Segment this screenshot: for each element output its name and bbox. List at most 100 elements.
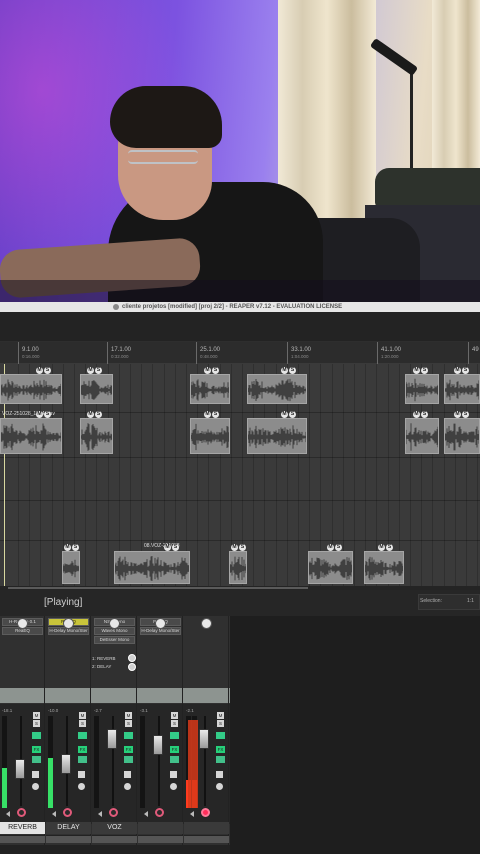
record-arm-button[interactable]: [63, 808, 72, 817]
arrange-view[interactable]: VOZ-251028_1824.wav 08.VOZ-251028 MSMSMS…: [0, 364, 480, 590]
media-item[interactable]: [0, 374, 62, 404]
fx-button[interactable]: FX: [170, 746, 179, 753]
volume-fader[interactable]: [153, 735, 163, 755]
item-solo-icon[interactable]: S: [72, 544, 79, 551]
routing-icon[interactable]: [170, 771, 177, 778]
envelope-icon[interactable]: [78, 756, 87, 763]
item-mute-icon[interactable]: M: [454, 367, 461, 374]
item-solo-icon[interactable]: S: [421, 367, 428, 374]
track-name[interactable]: DELAY: [46, 822, 91, 834]
item-mute-icon[interactable]: M: [327, 544, 334, 551]
item-mute-icon[interactable]: M: [36, 411, 43, 418]
media-item[interactable]: [444, 374, 480, 404]
volume-fader[interactable]: [107, 729, 117, 749]
item-solo-icon[interactable]: S: [44, 411, 51, 418]
mute-button[interactable]: M: [33, 712, 40, 719]
record-arm-button[interactable]: [201, 808, 210, 817]
routing-icon[interactable]: [32, 771, 39, 778]
scrollbar-thumb[interactable]: [8, 587, 308, 589]
item-mute-icon[interactable]: M: [231, 544, 238, 551]
media-item[interactable]: [247, 374, 307, 404]
speaker-icon[interactable]: [6, 811, 10, 817]
routing-icon[interactable]: [78, 771, 85, 778]
media-item[interactable]: [247, 418, 307, 454]
solo-button[interactable]: S: [79, 720, 86, 727]
media-item[interactable]: [80, 374, 113, 404]
phase-icon[interactable]: [32, 732, 41, 739]
envelope-icon[interactable]: [216, 756, 225, 763]
item-solo-icon[interactable]: S: [462, 411, 469, 418]
mute-button[interactable]: M: [125, 712, 132, 719]
speaker-icon[interactable]: [144, 811, 148, 817]
media-item[interactable]: [190, 374, 230, 404]
solo-button[interactable]: S: [171, 720, 178, 727]
timeline-ruler[interactable]: 9.1.00 0:16.000 17.1.00 0:32.000 25.1.00…: [0, 342, 480, 364]
fx-button[interactable]: FX: [124, 746, 133, 753]
fx-button[interactable]: FX: [32, 746, 41, 753]
volume-fader[interactable]: [15, 759, 25, 779]
item-solo-icon[interactable]: S: [95, 411, 102, 418]
media-item[interactable]: [190, 418, 230, 454]
media-item[interactable]: [308, 551, 353, 584]
track-name[interactable]: VOZ: [92, 822, 137, 834]
item-mute-icon[interactable]: M: [64, 544, 71, 551]
io-icon[interactable]: [124, 783, 131, 790]
item-solo-icon[interactable]: S: [44, 367, 51, 374]
phase-icon[interactable]: [124, 732, 133, 739]
volume-fader[interactable]: [61, 754, 71, 774]
item-mute-icon[interactable]: M: [87, 367, 94, 374]
record-arm-button[interactable]: [155, 808, 164, 817]
fx-button[interactable]: FX: [216, 746, 225, 753]
envelope-icon[interactable]: [124, 756, 133, 763]
routing-icon[interactable]: [216, 771, 223, 778]
phase-icon[interactable]: [78, 732, 87, 739]
media-item[interactable]: [229, 551, 247, 584]
envelope-icon[interactable]: [32, 756, 41, 763]
envelope-icon[interactable]: [170, 756, 179, 763]
item-mute-icon[interactable]: M: [36, 367, 43, 374]
speaker-icon[interactable]: [98, 811, 102, 817]
media-item[interactable]: [114, 551, 190, 584]
record-arm-button[interactable]: [17, 808, 26, 817]
item-mute-icon[interactable]: M: [454, 411, 461, 418]
item-mute-icon[interactable]: M: [378, 544, 385, 551]
fx-button[interactable]: FX: [78, 746, 87, 753]
media-item[interactable]: [80, 418, 113, 454]
mute-button[interactable]: M: [171, 712, 178, 719]
fx-slot[interactable]: DeEsser Mono: [94, 636, 135, 644]
speaker-icon[interactable]: [190, 811, 194, 817]
media-item[interactable]: [405, 418, 439, 454]
item-solo-icon[interactable]: S: [462, 367, 469, 374]
mute-button[interactable]: M: [217, 712, 224, 719]
item-solo-icon[interactable]: S: [212, 367, 219, 374]
solo-button[interactable]: S: [33, 720, 40, 727]
io-icon[interactable]: [32, 783, 39, 790]
item-solo-icon[interactable]: S: [335, 544, 342, 551]
record-arm-button[interactable]: [109, 808, 118, 817]
item-solo-icon[interactable]: S: [172, 544, 179, 551]
item-mute-icon[interactable]: M: [87, 411, 94, 418]
media-item[interactable]: [444, 418, 480, 454]
media-item[interactable]: [364, 551, 404, 584]
item-mute-icon[interactable]: M: [204, 367, 211, 374]
phase-icon[interactable]: [170, 732, 179, 739]
item-mute-icon[interactable]: M: [281, 367, 288, 374]
item-solo-icon[interactable]: S: [95, 367, 102, 374]
item-mute-icon[interactable]: M: [413, 367, 420, 374]
item-mute-icon[interactable]: M: [164, 544, 171, 551]
pan-knob[interactable]: [109, 618, 120, 629]
routing-icon[interactable]: [124, 771, 131, 778]
item-solo-icon[interactable]: S: [289, 367, 296, 374]
io-icon[interactable]: [78, 783, 85, 790]
io-icon[interactable]: [216, 783, 223, 790]
item-solo-icon[interactable]: S: [421, 411, 428, 418]
item-mute-icon[interactable]: M: [281, 411, 288, 418]
track-name[interactable]: REVERB: [0, 822, 45, 834]
media-item[interactable]: [405, 374, 439, 404]
media-item[interactable]: [0, 418, 62, 454]
item-mute-icon[interactable]: M: [413, 411, 420, 418]
track-name[interactable]: [184, 822, 229, 834]
mute-button[interactable]: M: [79, 712, 86, 719]
pan-knob[interactable]: [201, 618, 212, 629]
item-solo-icon[interactable]: S: [212, 411, 219, 418]
